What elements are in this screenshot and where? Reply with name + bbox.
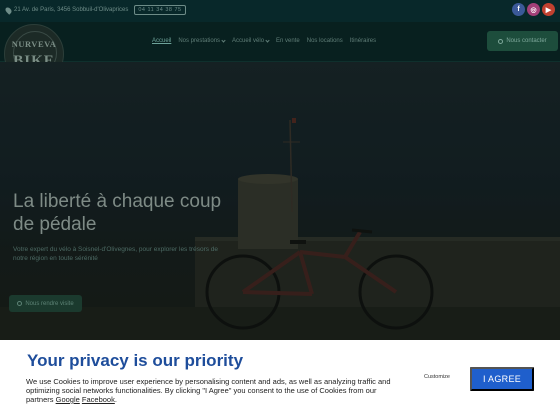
nav-label: Accueil — [152, 38, 172, 44]
contact-button[interactable]: Nous contacter — [487, 31, 558, 51]
youtube-icon[interactable]: ▶ — [542, 3, 555, 16]
phone-number[interactable]: 04 11 34 38 75 — [134, 5, 186, 15]
chevron-down-icon — [221, 37, 226, 43]
main-nav: Accueil Nos prestations Accueil vélo En … — [152, 37, 376, 44]
agree-button[interactable]: I AGREE — [470, 367, 534, 391]
map-pin-icon — [4, 5, 13, 15]
visit-button-label: Nous rendre visite — [25, 300, 74, 307]
logo-line-1: NURVEVA — [11, 39, 57, 49]
nav-item-itineraires[interactable]: Itinéraires — [350, 38, 376, 44]
nav-item-accueil[interactable]: Accueil — [152, 38, 171, 44]
visit-button[interactable]: Nous rendre visite — [9, 295, 82, 312]
top-info-bar: 21 Av. de Paris, 3456 Sobbuil-d'Olivapri… — [0, 0, 560, 22]
address-block: 21 Av. de Paris, 3456 Sobbuil-d'Olivapri… — [4, 5, 186, 15]
hero-title: La liberté à chaque coup de pédale — [13, 191, 222, 235]
nav-item-prestations[interactable]: Nos prestations — [178, 37, 226, 44]
contact-button-label: Nous contacter — [506, 38, 547, 44]
google-link[interactable]: Google — [56, 395, 80, 404]
cookie-body: We use Cookies to improve user experienc… — [26, 377, 391, 404]
customize-link[interactable]: Customize — [424, 374, 450, 380]
nav-label: En vente — [276, 38, 300, 44]
instagram-icon[interactable]: ◎ — [527, 3, 540, 16]
facebook-link[interactable]: Facebook — [82, 395, 115, 404]
chevron-down-icon — [265, 37, 270, 43]
nav-item-en-vente[interactable]: En vente — [276, 38, 300, 44]
nav-label: Itinéraires — [349, 38, 377, 44]
nav-item-accueil-velo[interactable]: Accueil vélo — [232, 37, 270, 44]
nav-label: Accueil vélo — [232, 38, 265, 44]
address-text: 21 Av. de Paris, 3456 Sobbuil-d'Olivapri… — [14, 7, 129, 13]
phone-icon — [498, 38, 504, 44]
facebook-icon[interactable]: f — [512, 3, 525, 16]
nav-item-locations[interactable]: Nos locations — [307, 38, 343, 44]
nav-label: Nos prestations — [178, 38, 221, 44]
cookie-heading: Your privacy is our priority — [27, 351, 244, 370]
nav-label: Nos locations — [306, 38, 343, 44]
location-icon — [17, 301, 23, 306]
cookie-text: We use Cookies to improve user experienc… — [26, 377, 391, 404]
hero-text: Votre expert du vélo à Soisnel-d'Olivegn… — [13, 246, 219, 262]
